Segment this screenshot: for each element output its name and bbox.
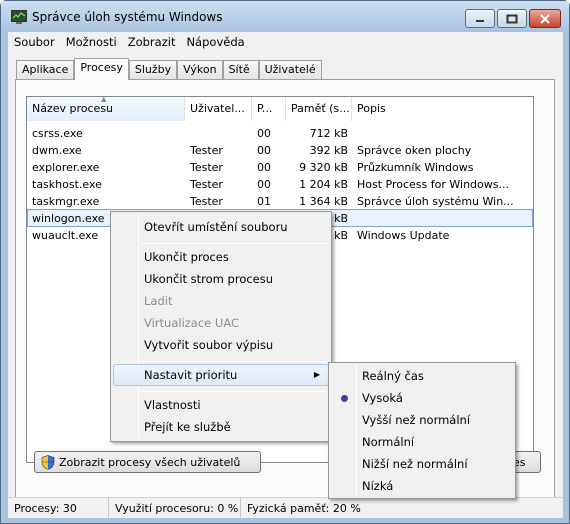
show-all-processes-button[interactable]: Zobrazit procesy všech uživatelů (34, 451, 261, 473)
process-memory: 1 364 kB (299, 195, 348, 208)
column-header-name[interactable]: ▲ Název procesu (27, 97, 185, 121)
process-description: Host Process for Windows... (357, 178, 509, 191)
process-name: taskhost.exe (32, 178, 102, 191)
column-header-user[interactable]: Uživatel... (185, 97, 252, 121)
context-menu: Otevřít umístění souboru Ukončit proces … (110, 211, 332, 442)
tab-uzivatele[interactable]: Uživatelé (258, 60, 322, 79)
menu-separator (141, 391, 327, 392)
process-cpu: 01 (257, 195, 271, 208)
table-row[interactable]: taskhost.exe Tester 00 1 204 kB Host Pro… (27, 176, 533, 193)
submenu-arrow-icon: ▶ (313, 370, 320, 379)
process-memory: 9 320 kB (299, 161, 348, 174)
process-memory: 1 204 kB (299, 178, 348, 191)
tab-sluzby[interactable]: Služby (128, 60, 178, 79)
uac-shield-icon (41, 455, 55, 470)
status-physical-memory: Fyzická paměť: 20 % (247, 502, 361, 515)
tab-site[interactable]: Sítě (222, 60, 259, 79)
tab-aplikace[interactable]: Aplikace (16, 60, 75, 79)
sort-ascending-icon: ▲ (101, 97, 107, 103)
process-name: csrss.exe (32, 127, 83, 140)
process-user: Tester (190, 195, 223, 208)
process-cpu: 00 (257, 127, 271, 140)
minimize-icon (476, 19, 484, 22)
process-user: Tester (190, 161, 223, 174)
priority-submenu: Reálný čas Vysoká Vyšší než normální Nor… (328, 362, 516, 499)
title-bar[interactable]: Správce úloh systému Windows (1, 1, 569, 31)
menu-separator (141, 243, 327, 244)
tab-vykon[interactable]: Výkon (177, 60, 223, 79)
menu-item-end-process[interactable]: Ukončit proces (113, 246, 329, 268)
menu-item-uac-virtualization: Virtualizace UAC (144, 316, 240, 330)
maximize-icon (506, 14, 518, 23)
process-description: Správce oken plochy (357, 144, 472, 157)
status-processes: Procesy: 30 (8, 498, 109, 519)
process-name: explorer.exe (32, 161, 100, 174)
process-cpu: 00 (257, 178, 271, 191)
process-description: Správce úloh systému Win... (357, 195, 514, 208)
menu-bar: Soubor Možnosti Zobrazit Nápověda (8, 32, 563, 52)
menu-zobrazit[interactable]: Zobrazit (122, 35, 181, 49)
table-row[interactable]: dwm.exe Tester 00 392 kB Správce oken pl… (27, 142, 533, 159)
menu-napoveda[interactable]: Nápověda (180, 35, 249, 49)
process-name: taskmgr.exe (32, 195, 100, 208)
show-all-processes-label: Zobrazit procesy všech uživatelů (59, 455, 241, 469)
menu-item-set-priority[interactable]: Nastavit prioritu ▶ (113, 364, 329, 386)
tab-procesy[interactable]: Procesy (74, 58, 129, 80)
table-row[interactable]: explorer.exe Tester 00 9 320 kB Průzkumn… (27, 159, 533, 176)
process-user: Tester (190, 144, 223, 157)
process-cpu: 00 (257, 161, 271, 174)
status-cpu-usage: Využití procesoru: 0 % (109, 498, 241, 519)
tab-strip: Aplikace Procesy Služby Výkon Sítě Uživa… (16, 58, 322, 80)
menu-soubor[interactable]: Soubor (8, 35, 60, 49)
menu-item-properties[interactable]: Vlastnosti (113, 394, 329, 416)
close-icon (540, 13, 550, 24)
process-description: Windows Update (357, 229, 450, 242)
priority-high[interactable]: Vysoká (331, 387, 513, 409)
process-memory: 712 kB (309, 127, 348, 140)
window-title: Správce úloh systému Windows (32, 10, 223, 24)
minimize-button[interactable] (465, 9, 495, 28)
menu-item-go-to-service[interactable]: Přejít ke službě (113, 416, 329, 438)
status-bar: Procesy: 30 Využití procesoru: 0 % Fyzic… (8, 497, 563, 519)
process-cpu: 00 (257, 144, 271, 157)
priority-normal[interactable]: Normální (331, 431, 513, 453)
menu-item-debug: Ladit (144, 294, 173, 308)
set-priority-label: Nastavit prioritu (144, 368, 238, 382)
menu-item-open-location[interactable]: Otevřít umístění souboru (113, 216, 329, 238)
menu-moznosti[interactable]: Možnosti (60, 35, 122, 49)
process-user: Tester (190, 178, 223, 191)
priority-low[interactable]: Nízká (331, 475, 513, 497)
priority-realtime[interactable]: Reálný čas (331, 365, 513, 387)
process-description: Průzkumník Windows (357, 161, 474, 174)
column-header-cpu[interactable]: P... (252, 97, 286, 121)
table-row[interactable]: taskmgr.exe Tester 01 1 364 kB Správce ú… (27, 193, 533, 210)
process-memory: 392 kB (309, 144, 348, 157)
menu-separator (141, 361, 327, 362)
column-header-description[interactable]: Popis (352, 97, 533, 121)
task-manager-icon (11, 10, 27, 24)
maximize-button[interactable] (497, 9, 527, 28)
menu-item-create-dump[interactable]: Vytvořit soubor výpisu (113, 334, 329, 356)
menu-item-end-process-tree[interactable]: Ukončit strom procesu (113, 268, 329, 290)
column-header-memory[interactable]: Paměť (s... (286, 97, 352, 121)
close-button[interactable] (529, 9, 561, 28)
priority-below-normal[interactable]: Nižší než normální (331, 453, 513, 475)
priority-above-normal[interactable]: Vyšší než normální (331, 409, 513, 431)
table-row[interactable]: csrss.exe 00 712 kB (27, 125, 533, 142)
radio-selected-icon (341, 395, 348, 402)
process-name: dwm.exe (32, 144, 82, 157)
